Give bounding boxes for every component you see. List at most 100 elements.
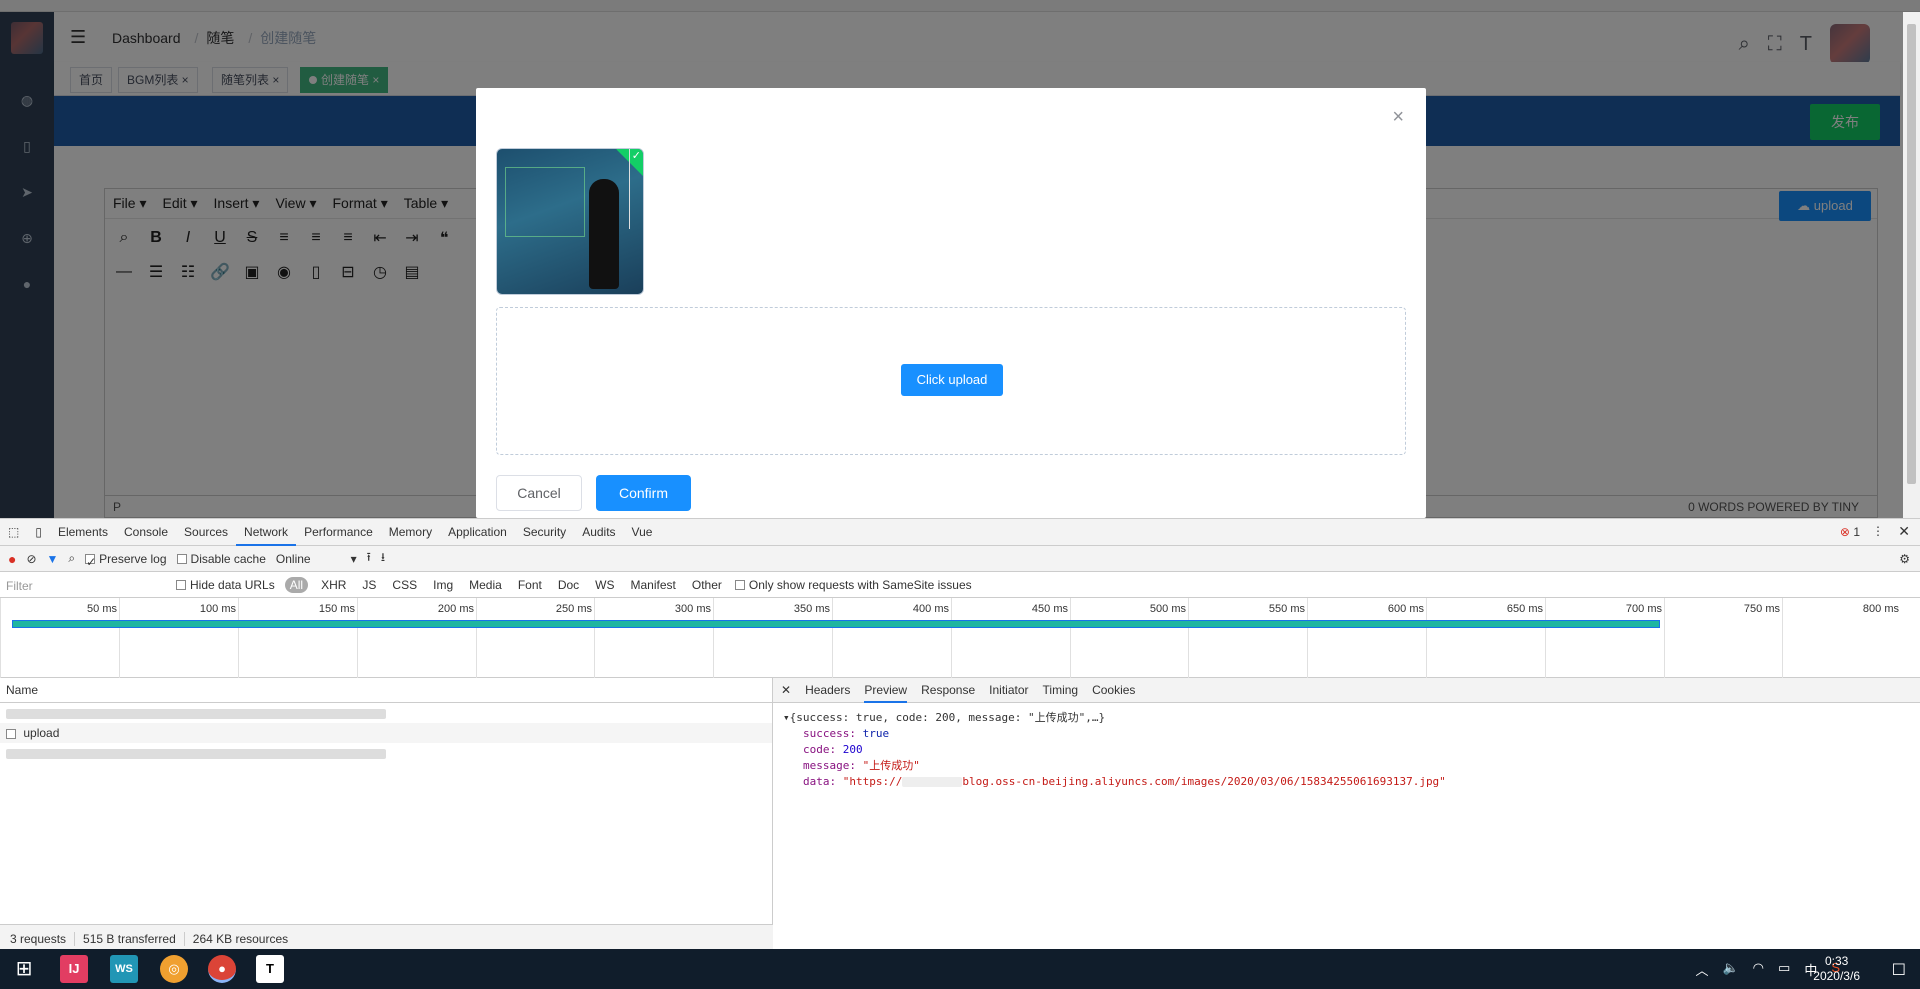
timeline-tick: 350 ms bbox=[713, 598, 832, 678]
json-root[interactable]: ▾{success: true, code: 200, message: "上传… bbox=[783, 710, 1446, 726]
check-icon: ✓ bbox=[628, 149, 641, 229]
record-icon[interactable]: ● bbox=[8, 551, 16, 567]
tab-network[interactable]: Network bbox=[236, 519, 297, 546]
chrome-icon[interactable]: ● bbox=[208, 955, 236, 983]
tab-memory[interactable]: Memory bbox=[381, 519, 440, 546]
timeline-tick: 700 ms bbox=[1545, 598, 1664, 678]
disable-cache-checkbox[interactable]: Disable cache bbox=[176, 552, 266, 566]
tab-application[interactable]: Application bbox=[440, 519, 515, 546]
type-manifest[interactable]: Manifest bbox=[628, 578, 679, 592]
network-timeline[interactable]: 50 ms 100 ms 150 ms 200 ms 250 ms 300 ms… bbox=[0, 598, 1920, 678]
tab-sources[interactable]: Sources bbox=[176, 519, 236, 546]
page-scrollbar[interactable] bbox=[1903, 12, 1920, 518]
tab-headers[interactable]: Headers bbox=[805, 678, 850, 703]
type-ws[interactable]: WS bbox=[592, 578, 617, 592]
error-badge[interactable]: ⊗ 1 bbox=[1840, 525, 1860, 539]
intellij-icon[interactable]: IJ bbox=[60, 955, 88, 983]
timeline-tick: 450 ms bbox=[951, 598, 1070, 678]
resources-size: 264 KB resources bbox=[192, 932, 289, 946]
timeline-tick: 750 ms bbox=[1664, 598, 1782, 678]
close-icon[interactable]: × bbox=[1392, 106, 1404, 129]
tab-performance[interactable]: Performance bbox=[296, 519, 381, 546]
type-xhr[interactable]: XHR bbox=[318, 578, 349, 592]
samesite-checkbox[interactable]: Only show requests with SameSite issues bbox=[734, 578, 972, 592]
search-icon[interactable]: ⌕ bbox=[68, 551, 75, 566]
webstorm-icon[interactable]: WS bbox=[110, 955, 138, 983]
chevron-up-icon[interactable]: ︿ bbox=[1695, 960, 1708, 979]
type-other[interactable]: Other bbox=[689, 578, 725, 592]
settings-icon[interactable]: ⚙ bbox=[1899, 552, 1910, 566]
tab-cookies[interactable]: Cookies bbox=[1092, 678, 1135, 703]
name-column-header[interactable]: Name bbox=[0, 678, 772, 703]
tab-timing[interactable]: Timing bbox=[1043, 678, 1079, 703]
devtools-panel: ⬚ ▯ Elements Console Sources Network Per… bbox=[0, 518, 1920, 950]
clock[interactable]: 0:33 2020/3/6 bbox=[1813, 954, 1860, 984]
preserve-log-checkbox[interactable]: ✓ Preserve log bbox=[85, 552, 167, 569]
upload-dropzone[interactable]: Click upload bbox=[496, 307, 1406, 455]
timeline-tick: 200 ms bbox=[357, 598, 476, 678]
timeline-tick: 250 ms bbox=[476, 598, 594, 678]
request-row[interactable] bbox=[0, 703, 772, 723]
request-row[interactable] bbox=[0, 743, 772, 763]
volume-icon[interactable]: 🔈 bbox=[1722, 960, 1738, 979]
close-devtools-icon[interactable]: ✕ bbox=[1898, 523, 1910, 540]
json-preview: ▾{success: true, code: 200, message: "上传… bbox=[783, 710, 1446, 788]
uploaded-image-thumbnail[interactable]: ✓ bbox=[496, 148, 644, 295]
timeline-tick: 100 ms bbox=[119, 598, 238, 678]
web-app: ◍ ▯ ➤ ⊕ ● ☰ Dashboard/随笔/创建随笔 ⌕ ⛶ T 首页 B… bbox=[0, 0, 1920, 518]
windows-taskbar: ⊞ IJ WS ◎ ● T ︿ 🔈 ◠ ▭ 中 S 0:33 2020/3/6 … bbox=[0, 949, 1920, 989]
timeline-waterfall-bar bbox=[12, 620, 1660, 628]
tab-audits[interactable]: Audits bbox=[574, 519, 623, 546]
tab-elements[interactable]: Elements bbox=[50, 519, 116, 546]
tab-vue[interactable]: Vue bbox=[624, 519, 661, 546]
type-css[interactable]: CSS bbox=[389, 578, 420, 592]
tab-security[interactable]: Security bbox=[515, 519, 574, 546]
tab-response[interactable]: Response bbox=[921, 678, 975, 703]
cancel-button[interactable]: Cancel bbox=[496, 475, 582, 511]
filter-icon[interactable]: ▼ bbox=[47, 552, 59, 566]
close-details-icon[interactable]: ✕ bbox=[781, 678, 791, 703]
tab-preview[interactable]: Preview bbox=[864, 678, 908, 703]
app-icon[interactable]: ◎ bbox=[160, 955, 188, 983]
timeline-tick: 300 ms bbox=[594, 598, 713, 678]
devtools-tabbar: ⬚ ▯ Elements Console Sources Network Per… bbox=[0, 519, 1920, 546]
tab-console[interactable]: Console bbox=[116, 519, 176, 546]
details-tabbar: ✕ Headers Preview Response Initiator Tim… bbox=[773, 678, 1920, 703]
typora-icon[interactable]: T bbox=[256, 955, 284, 983]
confirm-button[interactable]: Confirm bbox=[596, 475, 691, 511]
request-row[interactable]: upload bbox=[0, 723, 772, 743]
more-icon[interactable]: ⋮ bbox=[1872, 524, 1884, 538]
request-list: Name upload 3 requests 515 B transferred 2… bbox=[0, 678, 773, 950]
type-img[interactable]: Img bbox=[430, 578, 456, 592]
timeline-tick: 50 ms bbox=[0, 598, 119, 678]
filter-input[interactable]: Filter bbox=[6, 575, 166, 595]
import-har-icon[interactable]: ⭱ bbox=[367, 548, 371, 569]
tab-initiator[interactable]: Initiator bbox=[989, 678, 1028, 703]
timeline-tick: 150 ms bbox=[238, 598, 357, 678]
start-icon[interactable]: ⊞ bbox=[10, 955, 38, 983]
notification-icon[interactable]: ☐ bbox=[1892, 960, 1906, 980]
battery-icon[interactable]: ▭ bbox=[1778, 960, 1790, 979]
type-font[interactable]: Font bbox=[515, 578, 545, 592]
network-summary: 3 requests 515 B transferred 264 KB resour… bbox=[0, 924, 773, 950]
timeline-tick: 650 ms bbox=[1426, 598, 1545, 678]
type-media[interactable]: Media bbox=[466, 578, 505, 592]
timeline-tick: 600 ms bbox=[1307, 598, 1426, 678]
type-doc[interactable]: Doc bbox=[555, 578, 582, 592]
inspect-icon[interactable]: ⬚ bbox=[0, 519, 27, 546]
export-har-icon[interactable]: ⭳ bbox=[381, 548, 385, 569]
type-all[interactable]: All bbox=[284, 576, 309, 593]
click-upload-button[interactable]: Click upload bbox=[901, 364, 1003, 396]
timeline-tick: 400 ms bbox=[832, 598, 951, 678]
transferred-size: 515 B transferred bbox=[83, 932, 185, 946]
timeline-tick: 550 ms bbox=[1188, 598, 1307, 678]
request-count: 3 requests bbox=[10, 932, 76, 946]
request-details: ✕ Headers Preview Response Initiator Tim… bbox=[773, 678, 1920, 950]
wifi-icon[interactable]: ◠ bbox=[1753, 960, 1764, 979]
throttle-select[interactable]: Online ▾ bbox=[276, 552, 357, 566]
hide-data-urls-checkbox[interactable]: Hide data URLs bbox=[176, 578, 275, 592]
type-js[interactable]: JS bbox=[359, 578, 379, 592]
device-toggle-icon[interactable]: ▯ bbox=[27, 519, 50, 546]
clear-icon[interactable]: ⊘ bbox=[26, 552, 36, 566]
network-filter-bar: Filter Hide data URLs All XHR JS CSS Img… bbox=[0, 572, 1920, 598]
